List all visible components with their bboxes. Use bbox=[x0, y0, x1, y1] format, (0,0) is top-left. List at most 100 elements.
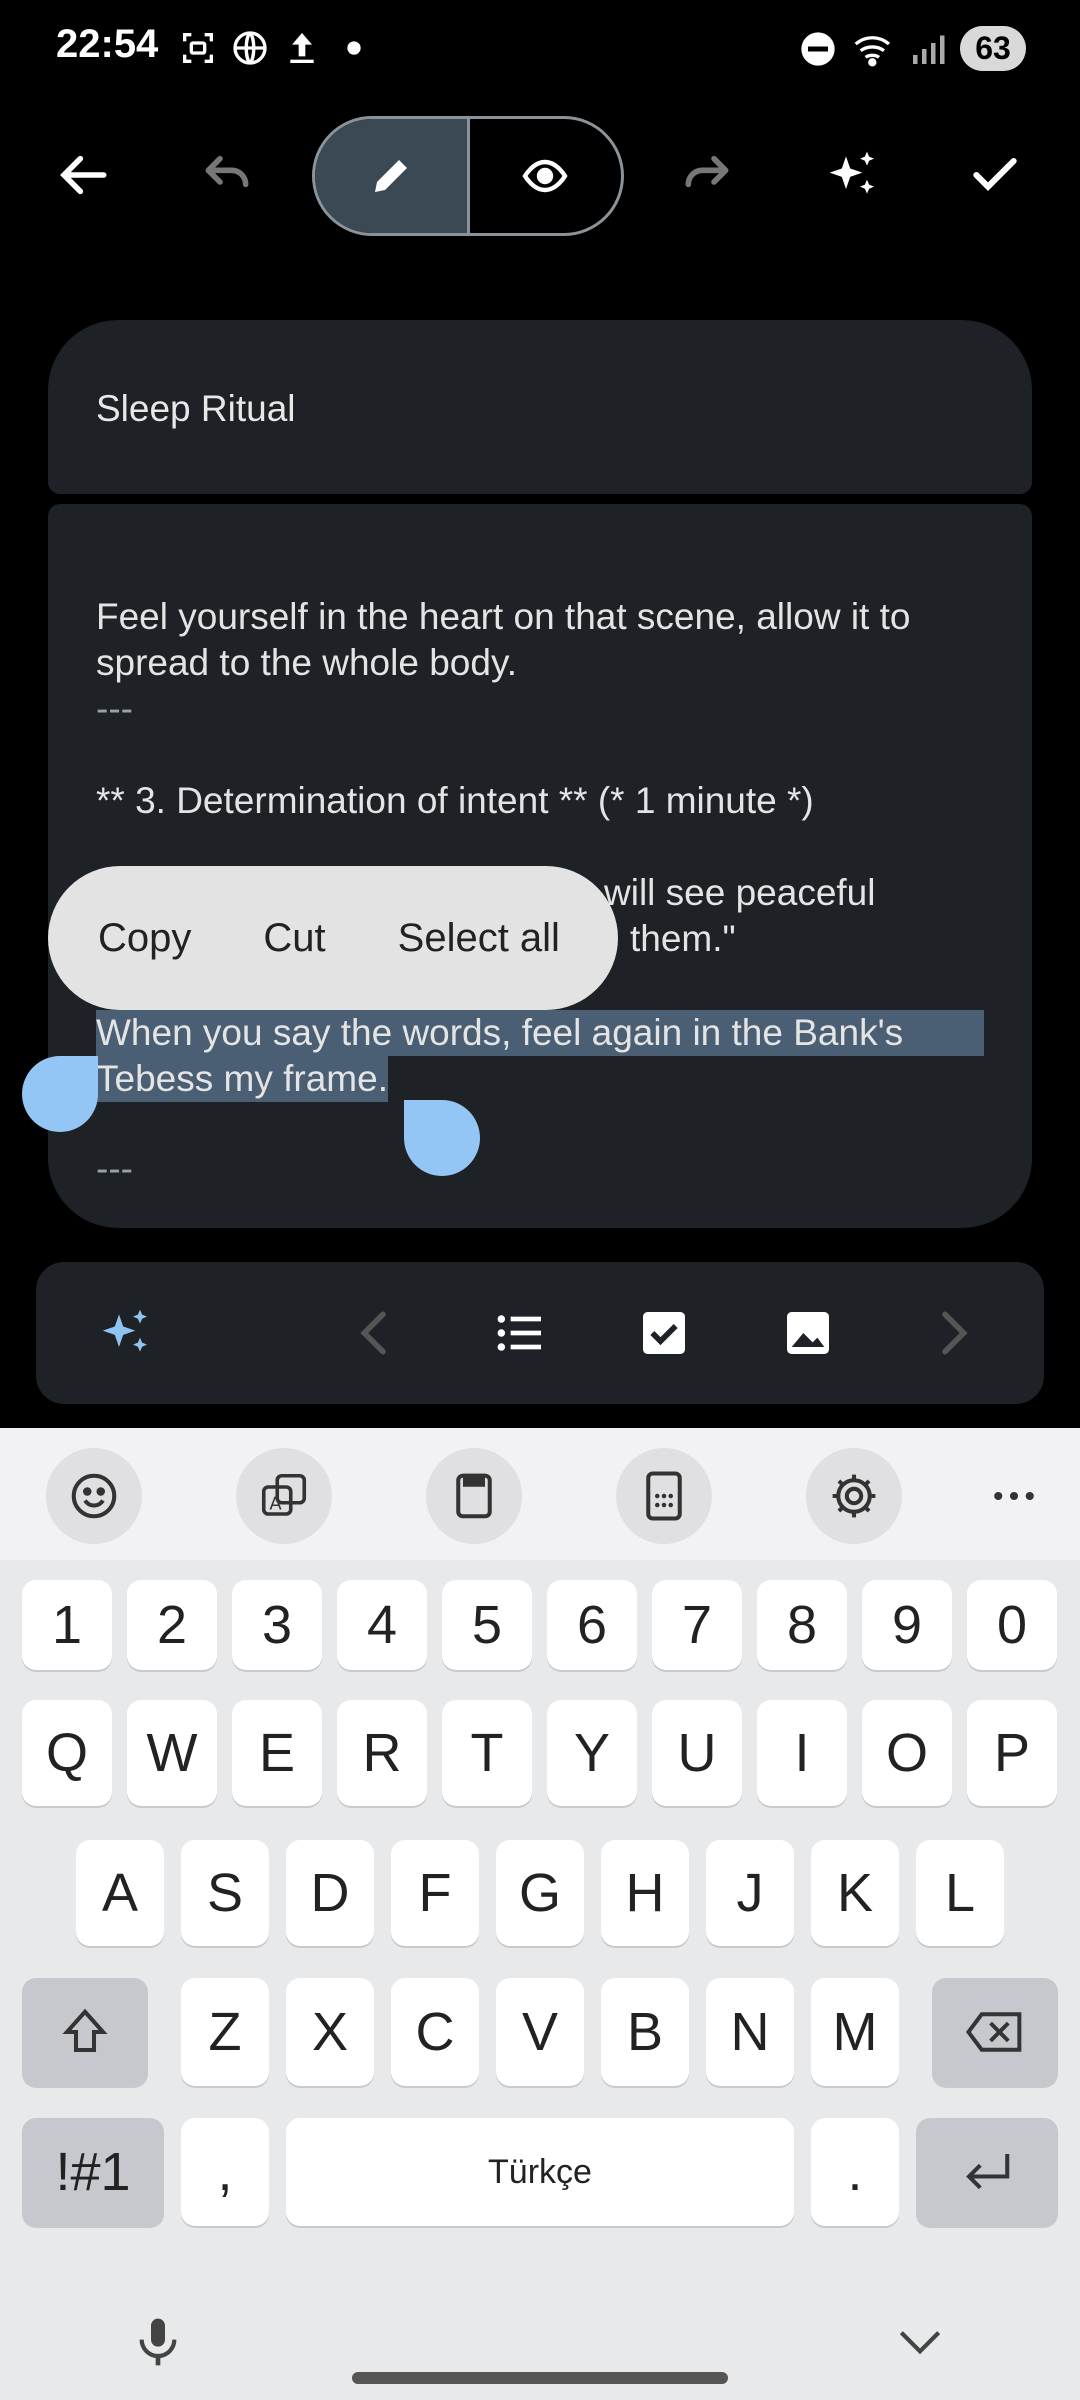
hide-keyboard-button[interactable] bbox=[888, 2306, 952, 2378]
next-tools-button[interactable] bbox=[916, 1297, 988, 1369]
translate-button[interactable]: A bbox=[236, 1448, 332, 1544]
svg-text:A: A bbox=[269, 1494, 282, 1515]
status-bar: 22:54 63 bbox=[0, 0, 1080, 100]
key-f[interactable]: F bbox=[391, 1840, 479, 1946]
key-1[interactable]: 1 bbox=[22, 1580, 112, 1670]
key-m[interactable]: M bbox=[811, 1978, 899, 2086]
wifi-icon bbox=[854, 35, 891, 66]
key-5[interactable]: 5 bbox=[442, 1580, 532, 1670]
key-b[interactable]: B bbox=[601, 1978, 689, 2086]
preview-mode-button[interactable] bbox=[470, 119, 622, 233]
symbols-key[interactable]: !#1 bbox=[22, 2118, 164, 2226]
key-a[interactable]: A bbox=[76, 1840, 164, 1946]
note-line: spread to the whole body. bbox=[96, 642, 517, 683]
shift-key[interactable] bbox=[22, 1978, 148, 2086]
redo-button[interactable] bbox=[662, 130, 752, 220]
home-indicator[interactable] bbox=[352, 2372, 728, 2384]
back-button[interactable] bbox=[40, 130, 130, 220]
key-l[interactable]: L bbox=[916, 1840, 1004, 1946]
key-u[interactable]: U bbox=[652, 1700, 742, 1806]
key-6[interactable]: 6 bbox=[547, 1580, 637, 1670]
key-2[interactable]: 2 bbox=[127, 1580, 217, 1670]
key-r[interactable]: R bbox=[337, 1700, 427, 1806]
key-0[interactable]: 0 bbox=[967, 1580, 1057, 1670]
more-icon bbox=[994, 1491, 1034, 1501]
selection-start-handle[interactable] bbox=[22, 1056, 98, 1132]
key-n[interactable]: N bbox=[706, 1978, 794, 2086]
key-4[interactable]: 4 bbox=[337, 1580, 427, 1670]
key-3[interactable]: 3 bbox=[232, 1580, 322, 1670]
copy-button[interactable]: Copy bbox=[98, 916, 191, 961]
backspace-key[interactable] bbox=[932, 1978, 1058, 2086]
key-g[interactable]: G bbox=[496, 1840, 584, 1946]
status-right-icons: 63 bbox=[798, 26, 1026, 71]
keypad-icon bbox=[646, 1471, 682, 1521]
key-z[interactable]: Z bbox=[181, 1978, 269, 2086]
clipboard-button[interactable] bbox=[426, 1448, 522, 1544]
key-q[interactable]: Q bbox=[22, 1700, 112, 1806]
key-e[interactable]: E bbox=[232, 1700, 322, 1806]
key-9[interactable]: 9 bbox=[862, 1580, 952, 1670]
image-icon bbox=[787, 1312, 829, 1354]
keyboard-settings-button[interactable] bbox=[806, 1448, 902, 1544]
shift-icon bbox=[62, 2008, 108, 2053]
keyboard-mode-button[interactable] bbox=[616, 1448, 712, 1544]
checkbox-icon bbox=[643, 1312, 685, 1354]
key-7[interactable]: 7 bbox=[652, 1580, 742, 1670]
note-line: --- bbox=[96, 1148, 133, 1189]
period-key[interactable]: . bbox=[811, 2118, 899, 2226]
edit-mode-button[interactable] bbox=[315, 119, 470, 233]
selected-text-line: When you say the words, feel again in th… bbox=[96, 1010, 984, 1056]
key-y[interactable]: Y bbox=[547, 1700, 637, 1806]
emoji-button[interactable] bbox=[46, 1448, 142, 1544]
key-h[interactable]: H bbox=[601, 1840, 689, 1946]
key-s[interactable]: S bbox=[181, 1840, 269, 1946]
key-d[interactable]: D bbox=[286, 1840, 374, 1946]
format-toolbar bbox=[36, 1262, 1044, 1404]
emoji-icon bbox=[71, 1473, 117, 1519]
key-v[interactable]: V bbox=[496, 1978, 584, 2086]
cut-button[interactable]: Cut bbox=[263, 916, 325, 961]
signal-icon bbox=[913, 35, 945, 64]
key-w[interactable]: W bbox=[127, 1700, 217, 1806]
key-o[interactable]: O bbox=[862, 1700, 952, 1806]
selection-end-handle[interactable] bbox=[404, 1100, 480, 1176]
done-button[interactable] bbox=[950, 130, 1040, 220]
key-i[interactable]: I bbox=[757, 1700, 847, 1806]
voice-input-button[interactable] bbox=[126, 2306, 190, 2378]
undo-button[interactable] bbox=[182, 130, 272, 220]
enter-key[interactable] bbox=[916, 2118, 1058, 2226]
status-left-icons bbox=[178, 28, 374, 68]
ai-sparkle-button[interactable] bbox=[90, 1297, 162, 1369]
comma-key[interactable]: , bbox=[181, 2118, 269, 2226]
selected-text-line: Tebess my frame. bbox=[96, 1056, 388, 1102]
bullet-list-button[interactable] bbox=[484, 1297, 556, 1369]
status-time: 22:54 bbox=[56, 22, 159, 66]
key-k[interactable]: K bbox=[811, 1840, 899, 1946]
space-language-label: Türkçe bbox=[488, 2152, 592, 2191]
key-t[interactable]: T bbox=[442, 1700, 532, 1806]
text-selection-menu: Copy Cut Select all bbox=[48, 866, 618, 1010]
checkbox-button[interactable] bbox=[628, 1297, 700, 1369]
chevron-down-icon bbox=[899, 2331, 941, 2355]
ai-assist-button[interactable] bbox=[808, 130, 898, 220]
space-key[interactable]: Türkçe bbox=[286, 2118, 794, 2226]
arrow-left-icon bbox=[60, 155, 107, 195]
globe-icon bbox=[233, 31, 267, 65]
note-title-field[interactable]: Sleep Ritual bbox=[48, 320, 1032, 494]
more-options-button[interactable] bbox=[966, 1448, 1062, 1544]
key-8[interactable]: 8 bbox=[757, 1580, 847, 1670]
chevron-right-icon bbox=[942, 1311, 968, 1355]
battery-indicator: 63 bbox=[960, 26, 1026, 71]
screenshot-icon bbox=[183, 33, 213, 63]
key-x[interactable]: X bbox=[286, 1978, 374, 2086]
select-all-button[interactable]: Select all bbox=[398, 916, 560, 961]
pencil-icon bbox=[374, 160, 407, 192]
clipboard-icon bbox=[456, 1473, 492, 1519]
insert-image-button[interactable] bbox=[772, 1297, 844, 1369]
prev-tools-button[interactable] bbox=[340, 1297, 412, 1369]
key-p[interactable]: P bbox=[967, 1700, 1057, 1806]
upload-icon bbox=[290, 33, 314, 63]
key-j[interactable]: J bbox=[706, 1840, 794, 1946]
key-c[interactable]: C bbox=[391, 1978, 479, 2086]
